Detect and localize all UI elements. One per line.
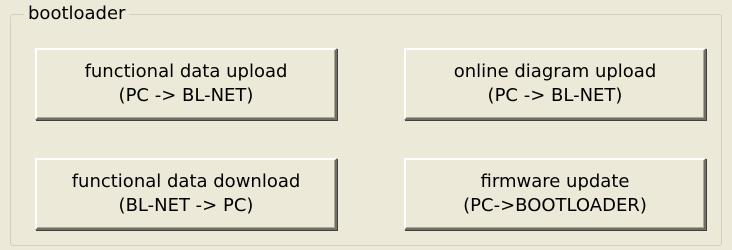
functional-data-download-button[interactable]: functional data download (BL-NET -> PC) bbox=[35, 158, 337, 230]
button-label-line2: (BL-NET -> PC) bbox=[118, 195, 254, 216]
button-label-line2: (PC -> BL-NET) bbox=[487, 85, 623, 106]
firmware-update-button[interactable]: firmware update (PC->BOOTLOADER) bbox=[404, 158, 706, 230]
functional-data-upload-button[interactable]: functional data upload (PC -> BL-NET) bbox=[35, 48, 337, 120]
online-diagram-upload-button[interactable]: online diagram upload (PC -> BL-NET) bbox=[404, 48, 706, 120]
button-label-line1: functional data upload bbox=[84, 61, 288, 82]
button-label-line1: firmware update bbox=[480, 171, 630, 192]
button-label-line2: (PC->BOOTLOADER) bbox=[463, 195, 647, 216]
button-label-line2: (PC -> BL-NET) bbox=[118, 85, 254, 106]
button-label-line1: online diagram upload bbox=[453, 61, 657, 82]
groupbox-title: bootloader bbox=[24, 3, 130, 25]
button-label-line1: functional data download bbox=[71, 171, 301, 192]
